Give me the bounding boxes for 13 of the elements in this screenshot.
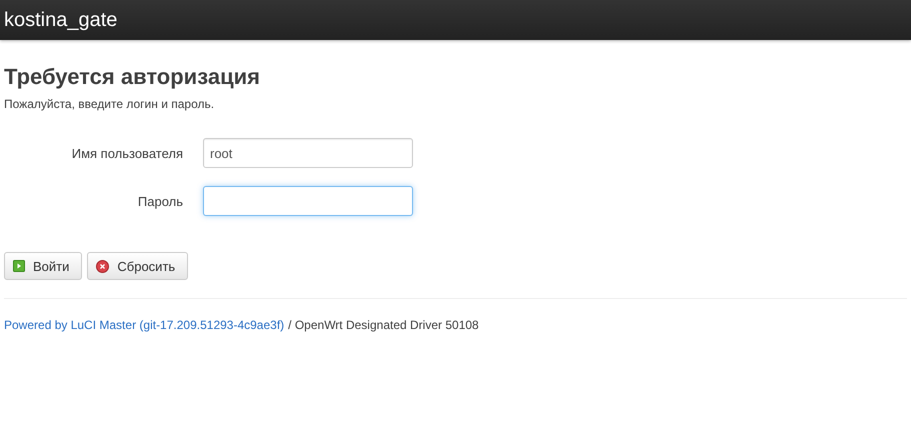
login-button[interactable]: Войти (4, 252, 82, 280)
play-icon (13, 260, 25, 272)
field-label: Пароль (136, 194, 184, 208)
field-label: Имя пользователя (70, 146, 184, 160)
description-text: Пожалуйста, введите логин и пароль. (4, 97, 214, 111)
password-field[interactable] (203, 186, 413, 216)
luci-link[interactable]: Powered by LuCI Master (git-17.209.51293-4c9ae3f) (4, 318, 284, 332)
site-title: kostina_gate (4, 8, 118, 32)
close-icon (96, 260, 110, 272)
username-field[interactable]: root (203, 138, 413, 168)
footer-text: / OpenWrt Designated Driver 50108 (288, 318, 479, 332)
reset-button[interactable]: Сбросить (87, 252, 188, 280)
page-heading: Требуется авторизация (4, 64, 261, 90)
